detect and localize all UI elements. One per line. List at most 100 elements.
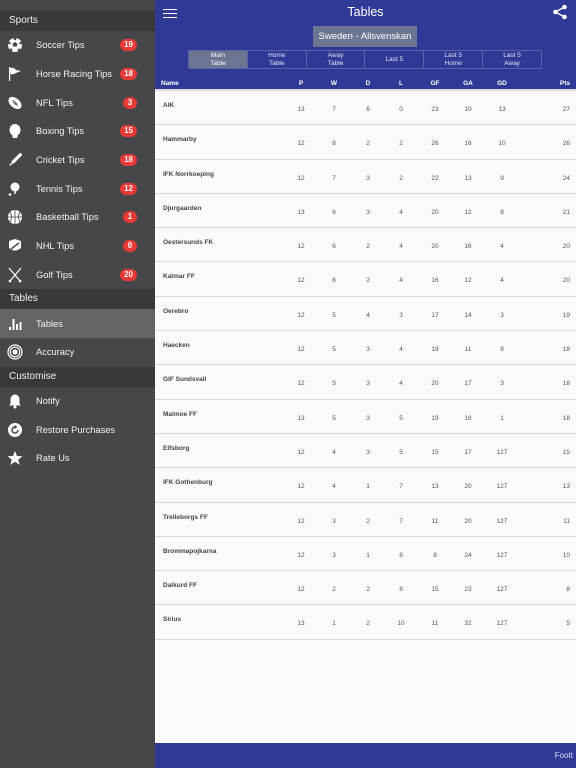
cell-gd: 10: [498, 140, 506, 148]
table-row[interactable]: Oestersunds FK 12 6 2 4 20 16 4 20: [155, 228, 576, 263]
cell-w: 3: [332, 551, 336, 559]
count-badge: 18: [120, 68, 137, 81]
cell-l: 4: [399, 346, 403, 354]
cell-w: 8: [332, 140, 336, 148]
sidebar-item-tables[interactable]: Tables: [0, 309, 155, 338]
tab-last-5-home[interactable]: Last 5 Home: [424, 51, 484, 68]
cell-gd: 4: [500, 277, 504, 285]
header: Tables Sweden - Allsvenskan Main Table Ho…: [155, 0, 576, 91]
sidebar-item-label: Accuracy: [36, 347, 75, 358]
sidebar-item-cricket-tips[interactable]: Cricket Tips 18: [0, 146, 155, 175]
cell-pts: 21: [562, 208, 570, 216]
team-name: IFK Gothenburg: [163, 479, 213, 487]
cell-d: 3: [366, 414, 370, 422]
cell-d: 3: [366, 448, 370, 456]
cell-d: 3: [366, 380, 370, 388]
team-name: Oestersunds FK: [163, 239, 214, 247]
team-name: Sirius: [163, 616, 182, 624]
column-header-l[interactable]: L: [399, 80, 403, 87]
cell-d: 3: [366, 346, 370, 354]
column-headers: Name P W D L GF GA GD Pts: [155, 75, 576, 90]
table-row[interactable]: IFK Gothenburg 12 4 1 7 13 20 127 13: [155, 468, 576, 503]
sidebar-item-label: Basketball Tips: [36, 212, 99, 223]
cell-gd: 4: [500, 243, 504, 251]
cell-gd: 127: [496, 586, 508, 594]
cell-gd: 8: [500, 208, 504, 216]
cell-ga: 18: [464, 414, 472, 422]
table-row[interactable]: Hammarby 12 8 2 2 26 16 10 26: [155, 125, 576, 160]
table-row[interactable]: Oerebro 12 5 4 3 17 14 3 19: [155, 296, 576, 332]
cell-d: 3: [366, 174, 370, 182]
column-header-w[interactable]: W: [331, 80, 337, 87]
column-header-p[interactable]: P: [299, 80, 303, 87]
cell-gd: 9: [500, 174, 504, 182]
column-header-gd[interactable]: GD: [497, 80, 507, 87]
sidebar-item-boxing-tips[interactable]: Boxing Tips 15: [0, 117, 155, 146]
team-name: Dalkurd FF: [163, 582, 197, 590]
cell-gf: 23: [431, 106, 439, 113]
sidebar-item-label: NFL Tips: [36, 97, 73, 108]
cell-gf: 13: [431, 483, 439, 491]
cell-w: 6: [332, 208, 336, 216]
cell-gf: 19: [431, 346, 439, 354]
cell-gf: 22: [431, 174, 439, 182]
sidebar-item-accuracy[interactable]: Accuracy: [0, 338, 155, 367]
cell-p: 12: [297, 311, 305, 319]
tab-last-5-away[interactable]: Last 5 Away: [483, 51, 541, 68]
count-badge: 0: [123, 240, 137, 253]
table-row[interactable]: Sirius 13 1 2 10 11 32 127 5: [155, 605, 576, 640]
sidebar-item-basketball-tips[interactable]: Basketball Tips 1: [0, 203, 155, 232]
column-header-gf[interactable]: GF: [430, 80, 439, 87]
tab-main-table[interactable]: Main Table: [189, 51, 248, 68]
sidebar-item-label: Notify: [36, 395, 60, 406]
star-icon: [6, 450, 23, 467]
table-row[interactable]: Kalmar FF 12 6 2 4 16 12 4 20: [155, 262, 576, 297]
cell-w: 4: [332, 483, 336, 491]
cell-gf: 20: [431, 380, 439, 388]
sidebar-item-rate-us[interactable]: Rate Us: [0, 444, 155, 473]
sidebar-item-horse-racing-tips[interactable]: Horse Racing Tips 18: [0, 60, 155, 89]
cell-gf: 20: [431, 243, 439, 251]
tab-away-table[interactable]: Away Table: [307, 51, 366, 68]
tab-last-5[interactable]: Last 5: [365, 51, 425, 68]
team-name: Oerebro: [163, 307, 189, 315]
column-header-name[interactable]: Name: [161, 80, 179, 87]
table-row[interactable]: AIK 13 7 6 0 23 10 13 27: [155, 91, 576, 126]
column-header-d[interactable]: D: [366, 80, 371, 87]
column-header-pts[interactable]: Pts: [560, 80, 570, 87]
bar-chart-icon: [6, 315, 23, 332]
sidebar-item-soccer-tips[interactable]: Soccer Tips 19: [0, 31, 155, 60]
sidebar-item-notify[interactable]: Notify: [0, 387, 155, 416]
cell-p: 12: [297, 380, 305, 388]
sidebar-item-tennis-tips[interactable]: Tennis Tips 12: [0, 174, 155, 203]
cell-gf: 15: [431, 586, 439, 594]
table-row[interactable]: Malmoe FF 13 5 3 5 19 18 1 18: [155, 399, 576, 434]
cell-w: 5: [332, 414, 336, 422]
cell-d: 6: [366, 106, 370, 113]
league-selector[interactable]: Sweden - Allsvenskan: [313, 26, 417, 47]
share-button[interactable]: [552, 4, 568, 20]
cell-gd: 127: [496, 448, 508, 456]
cell-p: 12: [297, 243, 305, 251]
tab-home-table[interactable]: Home Table: [248, 51, 307, 68]
table-row[interactable]: Djurgaarden 13 6 3 4 20 12 8 21: [155, 193, 576, 229]
cell-ga: 20: [464, 483, 472, 491]
table-row[interactable]: Brommapojkarna 12 3 1 8 8 24 127 10: [155, 536, 576, 572]
sidebar-item-nfl-tips[interactable]: NFL Tips 3: [0, 88, 155, 117]
column-header-ga[interactable]: GA: [463, 80, 473, 87]
cell-pts: 19: [562, 311, 570, 319]
sidebar-item-nhl-tips[interactable]: NHL Tips 0: [0, 232, 155, 261]
table-row[interactable]: Dalkurd FF 12 2 2 8 15 23 127 8: [155, 571, 576, 606]
table-row[interactable]: IFK Norrkoeping 12 7 3 2 22 13 9 24: [155, 159, 576, 194]
table-row[interactable]: GIF Sundsvall 12 5 3 4 20 17 3 18: [155, 365, 576, 400]
count-badge: 18: [120, 154, 137, 167]
cell-d: 2: [366, 140, 370, 148]
cell-w: 7: [332, 106, 336, 113]
cell-pts: 20: [562, 277, 570, 285]
table-row[interactable]: Trelleborgs FF 12 3 2 7 11 20 127 11: [155, 502, 576, 537]
cell-w: 6: [332, 243, 336, 251]
sidebar-item-golf-tips[interactable]: Golf Tips 20: [0, 261, 155, 290]
table-row[interactable]: Elfsborg 12 4 3 5 15 17 127 15: [155, 433, 576, 469]
sidebar-item-restore-purchases[interactable]: Restore Purchases: [0, 415, 155, 444]
table-row[interactable]: Haecken 12 5 3 4 19 11 8 18: [155, 331, 576, 366]
